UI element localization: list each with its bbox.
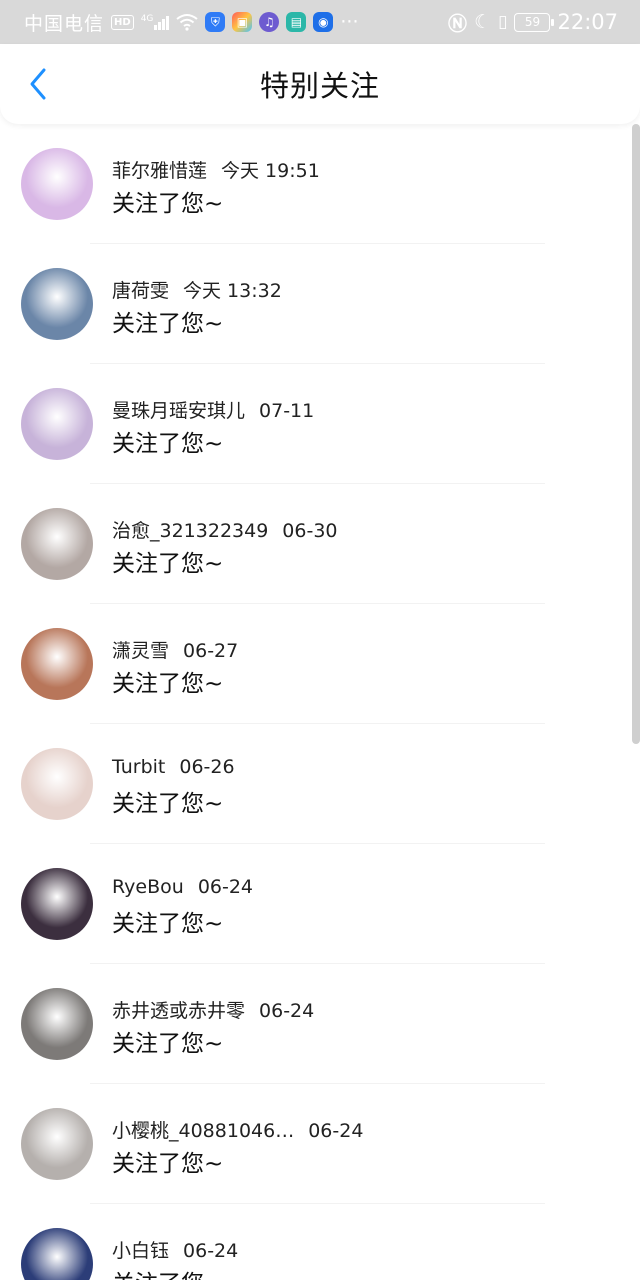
user-name[interactable]: RyeBou [112,876,184,898]
follow-message: 关注了您~ [112,791,224,817]
follow-message: 关注了您~ [112,911,224,937]
name-line: 小白钰 06-24 [112,1236,238,1263]
page-title: 特别关注 [259,69,380,103]
avatar[interactable] [21,868,93,940]
list-item[interactable]: 潇灵雪 06-27 关注了您~ [0,604,632,724]
name-line: 曼珠月瑶安琪儿 07-11 [112,396,314,423]
list-item[interactable]: 治愈_321322349 06-30 关注了您~ [0,484,632,604]
name-line: Turbit 06-26 [112,756,235,778]
follow-message: 关注了您~ [112,551,224,577]
list-item[interactable]: RyeBou 06-24 关注了您~ [0,844,632,964]
list-item[interactable]: 唐荷雯 今天 13:32 关注了您~ [0,244,632,364]
back-button[interactable] [18,64,58,104]
avatar[interactable] [21,508,93,580]
navigation-header: 特别关注 [0,44,640,124]
user-name[interactable]: 曼珠月瑶安琪儿 [112,400,245,422]
scrollbar[interactable] [632,124,640,744]
follow-time: 06-27 [183,640,239,662]
vibrate-icon: ▯ [498,12,508,32]
avatar[interactable] [21,988,93,1060]
bulb-app-icon: ◉ [313,12,334,32]
user-name[interactable]: 唐荷雯 [112,280,169,302]
list-item[interactable]: 曼珠月瑶安琪儿 07-11 关注了您~ [0,364,632,484]
follow-time: 07-11 [259,400,315,422]
signal-icon: 4G [141,14,170,30]
list-item[interactable]: 小樱桃_40881046… 06-24 关注了您~ [0,1084,632,1204]
name-line: 菲尔雅惜莲 今天 19:51 [112,156,320,183]
name-line: 赤井透或赤井零 06-24 [112,996,314,1023]
battery-icon: 59 [514,12,555,32]
status-bar-left: 中国电信 HD 4G ⛨ ▣ ♫ ▤ ◉ ··· [24,9,359,36]
wifi-icon [176,14,199,31]
hd-badge: HD [111,14,134,30]
follow-time: 06-24 [308,1120,364,1142]
follow-time: 06-24 [197,876,254,898]
follow-time: 今天 13:32 [183,280,282,302]
user-name[interactable]: 菲尔雅惜莲 [112,160,207,182]
follow-message: 关注了您~ [112,431,224,457]
user-name[interactable]: 治愈_321322349 [112,520,268,542]
avatar[interactable] [21,268,93,340]
follow-time: 今天 19:51 [221,160,320,182]
book-app-icon: ▤ [286,12,307,32]
follow-message: 关注了您~ [112,311,224,337]
follow-message: 关注了您~ [112,191,224,217]
avatar[interactable] [21,1228,93,1280]
list-item[interactable]: Turbit 06-26 关注了您~ [0,724,632,844]
follow-message: 关注了您~ [112,1264,223,1280]
moon-icon: ☾ [474,11,492,33]
more-icon: ··· [340,11,359,33]
network-type-label: 4G [140,14,154,24]
follow-time: 06-24 [259,1000,315,1022]
follow-time: 06-24 [183,1240,239,1262]
status-bar-right: Ⓝ ☾ ▯ 59 22:07 [448,9,618,36]
user-name[interactable]: Turbit [112,756,165,778]
clock: 22:07 [557,10,618,34]
nfc-icon: Ⓝ [448,12,468,35]
avatar[interactable] [21,388,93,460]
avatar[interactable] [21,1108,93,1180]
follow-message: 关注了您~ [112,671,224,697]
avatar[interactable] [21,628,93,700]
name-line: 治愈_321322349 06-30 [112,516,338,543]
user-name[interactable]: 小白钰 [112,1240,169,1262]
name-line: 唐荷雯 今天 13:32 [112,276,282,303]
user-name[interactable]: 小樱桃_40881046… [112,1120,294,1142]
follow-message: 关注了您~ [112,1151,224,1177]
avatar[interactable] [21,748,93,820]
battery-level: 59 [524,15,541,29]
follow-list[interactable]: 菲尔雅惜莲 今天 19:51 关注了您~ 唐荷雯 今天 13:32 关注了您~ 曼珠月瑶安琪… [0,124,640,1280]
list-item[interactable]: 赤井透或赤井零 06-24 关注了您~ [0,964,632,1084]
user-name[interactable]: 潇灵雪 [112,640,169,662]
colorful-app-icon: ▣ [232,12,253,32]
music-app-icon: ♫ [259,12,280,32]
avatar[interactable] [21,148,93,220]
follow-message: 关注了您~ [112,1031,224,1057]
status-bar: 中国电信 HD 4G ⛨ ▣ ♫ ▤ ◉ ··· Ⓝ ☾ ▯ 59 22:07 [0,0,640,44]
chevron-left-icon [30,68,46,100]
name-line: RyeBou 06-24 [112,876,253,898]
follow-time: 06-26 [179,756,235,778]
shield-app-icon: ⛨ [205,12,226,32]
carrier-label: 中国电信 [24,12,105,35]
name-line: 潇灵雪 06-27 [112,636,238,663]
list-item[interactable]: 菲尔雅惜莲 今天 19:51 关注了您~ [0,124,632,244]
name-line: 小樱桃_40881046… 06-24 [112,1116,363,1143]
list-item[interactable]: 小白钰 06-24 关注了您~ [0,1204,632,1280]
follow-time: 06-30 [282,520,338,542]
user-name[interactable]: 赤井透或赤井零 [112,1000,245,1022]
